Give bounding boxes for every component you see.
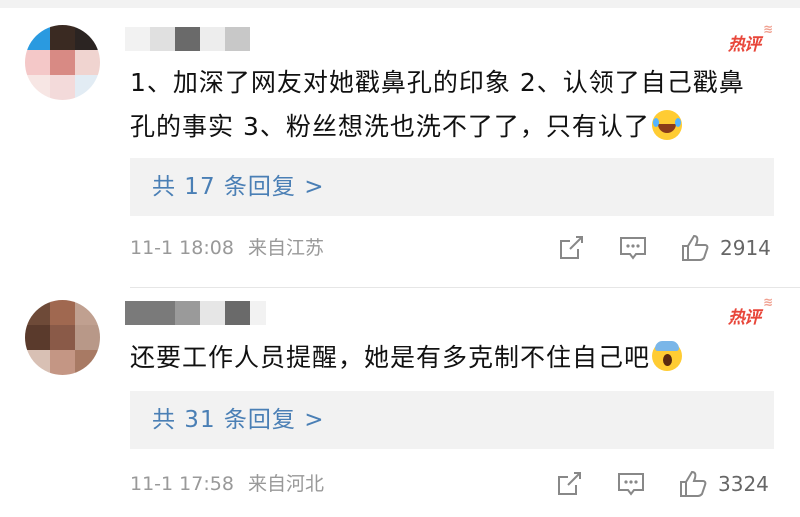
share-icon[interactable]: [556, 233, 586, 263]
thumbs-up-icon[interactable]: [678, 469, 708, 499]
like-count: 3324: [718, 472, 769, 496]
reply-summary-box[interactable]: 共 31 条回复 >: [130, 391, 774, 449]
scream-emoji-icon: [652, 341, 683, 371]
comment-text: 还要工作人员提醒，她是有多克制不住自己吧: [130, 336, 770, 380]
laughing-emoji-icon: [651, 110, 682, 140]
hot-comment-badge: 热评 ≋: [728, 22, 773, 55]
thumbs-up-icon[interactable]: [680, 233, 710, 263]
avatar[interactable]: [25, 300, 100, 375]
flame-icon: ≋: [762, 295, 773, 309]
view-replies-link[interactable]: 共 31 条回复 >: [152, 391, 324, 449]
top-divider: [0, 0, 800, 8]
comment-divider: [130, 287, 800, 288]
hot-comment-badge: 热评 ≋: [728, 295, 773, 328]
comment-actions: 3324: [0, 469, 800, 499]
flame-icon: ≋: [762, 22, 773, 36]
avatar[interactable]: [25, 25, 100, 100]
comment-text: 1、加深了网友对她戳鼻孔的印象 2、认领了自己戳鼻孔的事实 3、粉丝想洗也洗不了…: [130, 68, 745, 141]
username-redacted[interactable]: [125, 301, 266, 325]
like-count: 2914: [720, 236, 771, 260]
view-replies-link[interactable]: 共 17 条回复 >: [152, 158, 324, 216]
reply-summary-box[interactable]: 共 17 条回复 >: [130, 158, 774, 216]
comment-actions: 2914: [0, 233, 800, 263]
comment-icon[interactable]: [618, 233, 648, 263]
username-redacted[interactable]: [125, 27, 250, 51]
comment-icon[interactable]: [616, 469, 646, 499]
share-icon[interactable]: [554, 469, 584, 499]
